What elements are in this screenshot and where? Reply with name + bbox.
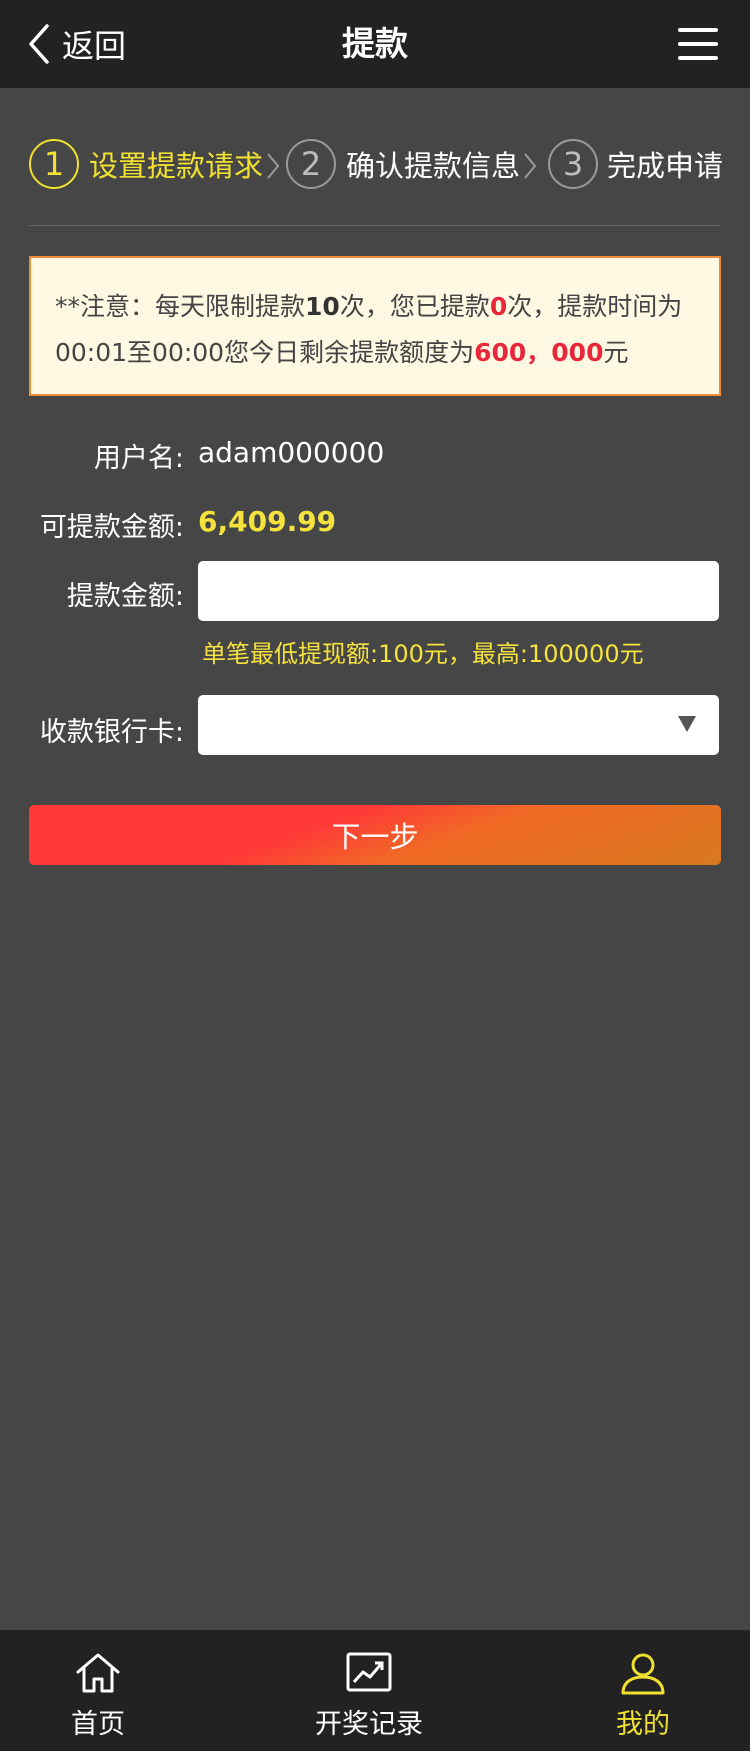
amount-limit-hint: 单笔最低提现额:100元，最高:100000元 (202, 640, 644, 668)
available-amount-label: 可提款金额: (39, 512, 184, 543)
step-2-number: 2 (286, 139, 336, 189)
username-label: 用户名: (93, 443, 184, 474)
menu-button[interactable] (678, 26, 722, 62)
notice-text: **注意：每天限制提款 (55, 292, 306, 321)
dropdown-triangle-icon (678, 716, 696, 732)
step-3-label: 完成申请 (607, 149, 724, 183)
step-1-label: 设置提款请求 (89, 149, 264, 183)
notice-text: 次，您已提款 (339, 292, 490, 321)
divider (29, 225, 721, 226)
tab-home-label: 首页 (71, 1709, 125, 1740)
remaining-quota: 600，000 (474, 338, 604, 367)
step-1-number: 1 (29, 139, 79, 189)
hamburger-menu-icon (678, 28, 718, 32)
tab-mine-label: 我的 (616, 1709, 670, 1740)
tab-mine[interactable]: 我的 (553, 1630, 733, 1751)
step-indicator: 1 设置提款请求 2 确认提款信息 3 完成申请 (29, 137, 729, 193)
available-amount-value: 6,409.99 (198, 505, 337, 538)
chevron-right-icon (524, 153, 537, 179)
used-count: 0 (489, 292, 508, 321)
notice-text: 元 (603, 338, 629, 367)
home-icon (76, 1653, 120, 1693)
username-value: adam000000 (198, 436, 385, 469)
back-label: 返回 (62, 27, 127, 65)
withdraw-amount-input[interactable] (198, 561, 719, 621)
bottom-tab-bar: 首页 开奖记录 我的 (0, 1630, 750, 1751)
chevron-left-icon (29, 24, 49, 64)
back-button[interactable]: 返回 (28, 22, 126, 66)
notice-box: **注意：每天限制提款10次，您已提款0次，提款时间为00:01至00:00您今… (29, 256, 721, 396)
trend-chart-icon (346, 1652, 392, 1692)
bank-card-label: 收款银行卡: (39, 717, 184, 748)
step-3-number: 3 (548, 139, 598, 189)
tab-lottery-records[interactable]: 开奖记录 (279, 1630, 459, 1751)
bank-card-select[interactable] (198, 695, 719, 755)
step-2-label: 确认提款信息 (346, 149, 521, 183)
tab-lottery-records-label: 开奖记录 (315, 1709, 423, 1740)
withdraw-amount-label: 提款金额: (66, 581, 184, 612)
daily-limit-count: 10 (305, 292, 340, 321)
next-step-button[interactable]: 下一步 (29, 805, 721, 865)
header-bar: 返回 提款 (0, 0, 750, 88)
chevron-right-icon (267, 153, 280, 179)
tab-home[interactable]: 首页 (8, 1630, 188, 1751)
user-icon (621, 1653, 665, 1695)
